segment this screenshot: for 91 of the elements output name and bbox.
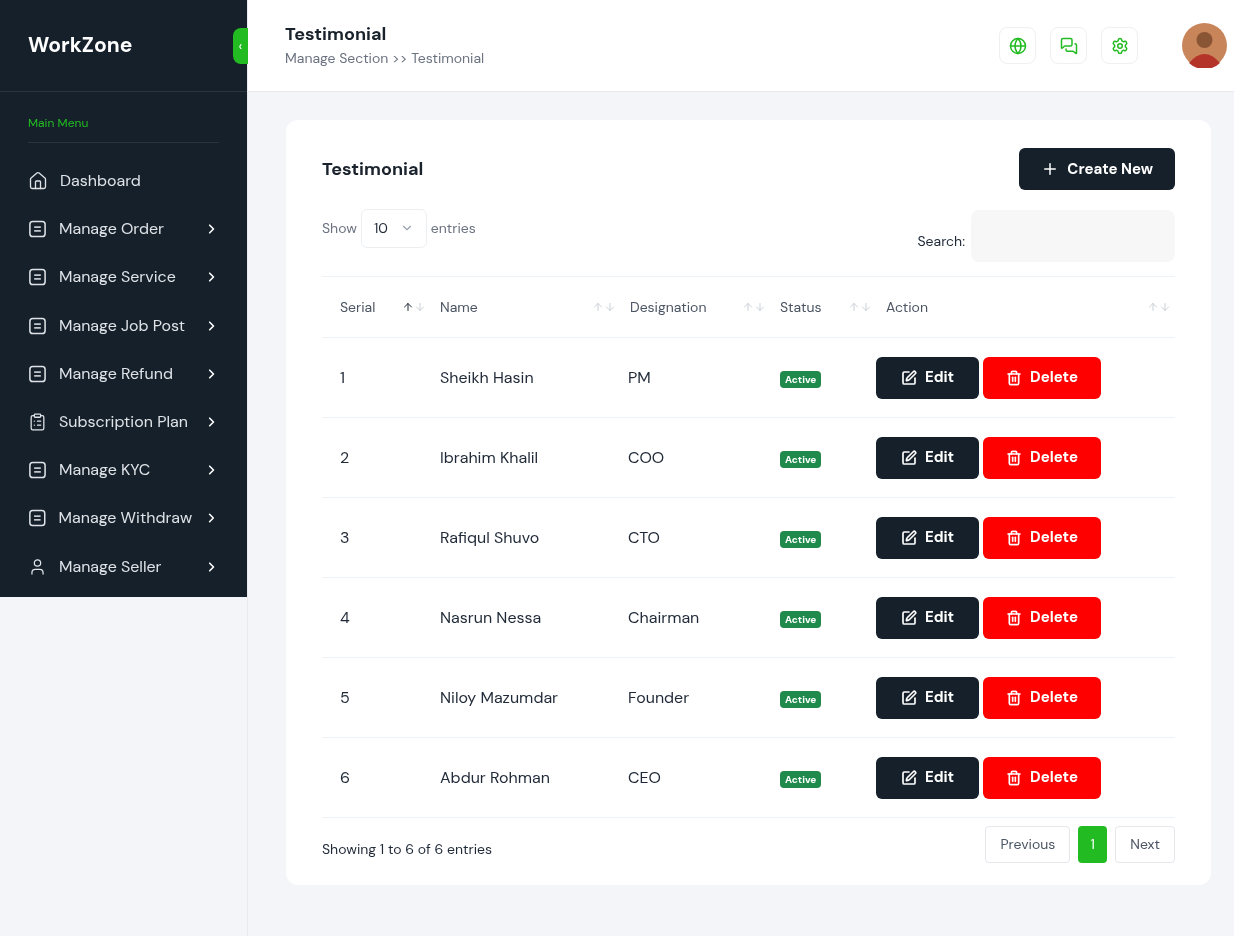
breadcrumb: Manage Section >> Testimonial bbox=[285, 48, 486, 69]
sidebar-item[interactable]: Manage Seller bbox=[28, 542, 219, 591]
table-cell: Abdur Rohman bbox=[440, 766, 550, 788]
status-badge: Active bbox=[780, 610, 822, 628]
column-header[interactable]: Serial bbox=[322, 277, 430, 337]
clipboard-icon bbox=[28, 412, 47, 433]
chat-icon bbox=[1059, 36, 1078, 55]
table-cell: Sheikh Hasin bbox=[440, 366, 534, 388]
edit-button[interactable]: Edit bbox=[876, 436, 979, 479]
column-header[interactable]: Status bbox=[770, 277, 876, 337]
table-cell: Chairman bbox=[628, 606, 700, 628]
sidebar-item[interactable]: Manage Service bbox=[28, 253, 219, 302]
edit-icon bbox=[900, 769, 917, 786]
delete-button[interactable]: Delete bbox=[983, 436, 1101, 479]
table-cell: 6 bbox=[340, 766, 351, 788]
section-label: Main Menu bbox=[28, 115, 89, 131]
edit-button[interactable]: Edit bbox=[876, 596, 979, 639]
table-cell: Founder bbox=[628, 686, 690, 708]
delete-button[interactable]: Delete bbox=[983, 596, 1101, 639]
page-title: Testimonial bbox=[285, 22, 388, 46]
table-cell: PM bbox=[628, 366, 651, 388]
edit-button[interactable]: Edit bbox=[876, 516, 979, 559]
table-cell: Ibrahim Khalil bbox=[440, 446, 539, 468]
status-badge: Active bbox=[780, 770, 822, 788]
status-badge: Active bbox=[780, 530, 822, 548]
table-cell: 5 bbox=[340, 686, 350, 708]
trash-icon bbox=[1006, 609, 1023, 626]
avatar[interactable] bbox=[1182, 23, 1227, 68]
globe-icon bbox=[1008, 36, 1027, 55]
edit-icon bbox=[900, 369, 917, 386]
user-icon bbox=[28, 556, 47, 577]
trash-icon bbox=[1006, 769, 1023, 786]
logo: WorkZone bbox=[28, 29, 133, 61]
column-header[interactable]: Action bbox=[876, 277, 1175, 337]
status-badge: Active bbox=[780, 370, 822, 388]
trash-icon bbox=[1006, 689, 1023, 706]
table-cell: Rafiqul Shuvo bbox=[440, 526, 540, 548]
edit-icon bbox=[900, 689, 917, 706]
entries-label: entries bbox=[430, 217, 476, 239]
sidebar-item[interactable]: Subscription Plan bbox=[28, 397, 219, 447]
edit-button[interactable]: Edit bbox=[876, 756, 979, 799]
search-label: Search: bbox=[917, 230, 965, 252]
table-cell: 1 bbox=[340, 366, 345, 388]
settings-button[interactable] bbox=[1101, 27, 1138, 64]
create-button[interactable]: Create New bbox=[1019, 148, 1175, 190]
edit-button[interactable]: Edit bbox=[876, 356, 979, 399]
table-cell: COO bbox=[628, 446, 665, 468]
list-icon bbox=[28, 267, 47, 288]
edit-icon bbox=[900, 609, 917, 626]
home-icon bbox=[28, 171, 48, 192]
sidebar-item[interactable]: Manage Job Post bbox=[28, 301, 219, 350]
pagination-button[interactable]: Next bbox=[1115, 826, 1175, 863]
chat-button[interactable] bbox=[1050, 27, 1087, 64]
table-cell: 4 bbox=[340, 606, 350, 628]
sidebar-item[interactable]: Dashboard bbox=[28, 157, 219, 206]
delete-button[interactable]: Delete bbox=[983, 756, 1101, 799]
column-header[interactable]: Name bbox=[430, 277, 620, 337]
page-size-select[interactable]: 10 bbox=[360, 208, 427, 248]
table-cell: CEO bbox=[628, 766, 661, 788]
status-badge: Active bbox=[780, 450, 822, 468]
show-label: Show bbox=[322, 217, 357, 239]
sidebar-item[interactable]: Manage Withdraw bbox=[28, 494, 219, 543]
settings-icon bbox=[1110, 36, 1129, 55]
list-icon bbox=[28, 363, 47, 384]
sidebar-item[interactable]: Manage Order bbox=[28, 205, 219, 254]
trash-icon bbox=[1006, 369, 1023, 386]
globe-button[interactable] bbox=[999, 27, 1036, 64]
trash-icon bbox=[1006, 449, 1023, 466]
pagination-button[interactable]: Previous bbox=[985, 826, 1071, 863]
trash-icon bbox=[1006, 529, 1023, 546]
card-title: Testimonial bbox=[322, 155, 424, 183]
delete-button[interactable]: Delete bbox=[983, 516, 1101, 559]
table-cell: 2 bbox=[340, 446, 350, 468]
list-icon bbox=[28, 460, 47, 481]
list-icon bbox=[28, 315, 47, 336]
edit-icon bbox=[900, 449, 917, 466]
table-cell: Nasrun Nessa bbox=[440, 606, 542, 628]
list-icon bbox=[28, 219, 47, 240]
table-cell: CTO bbox=[628, 526, 660, 548]
table-cell: 3 bbox=[340, 526, 350, 548]
column-header[interactable]: Designation bbox=[620, 277, 770, 337]
list-icon bbox=[28, 508, 47, 529]
sidebar-item[interactable]: Manage Refund bbox=[28, 349, 219, 398]
delete-button[interactable]: Delete bbox=[983, 676, 1101, 719]
edit-button[interactable]: Edit bbox=[876, 676, 979, 719]
delete-button[interactable]: Delete bbox=[983, 356, 1101, 399]
table-cell: Niloy Mazumdar bbox=[440, 686, 559, 708]
status-badge: Active bbox=[780, 690, 822, 708]
edit-icon bbox=[900, 529, 917, 546]
sidebar-item[interactable]: Manage KYC bbox=[28, 446, 219, 495]
table-info: Showing 1 to 6 of 6 entries bbox=[322, 839, 493, 860]
